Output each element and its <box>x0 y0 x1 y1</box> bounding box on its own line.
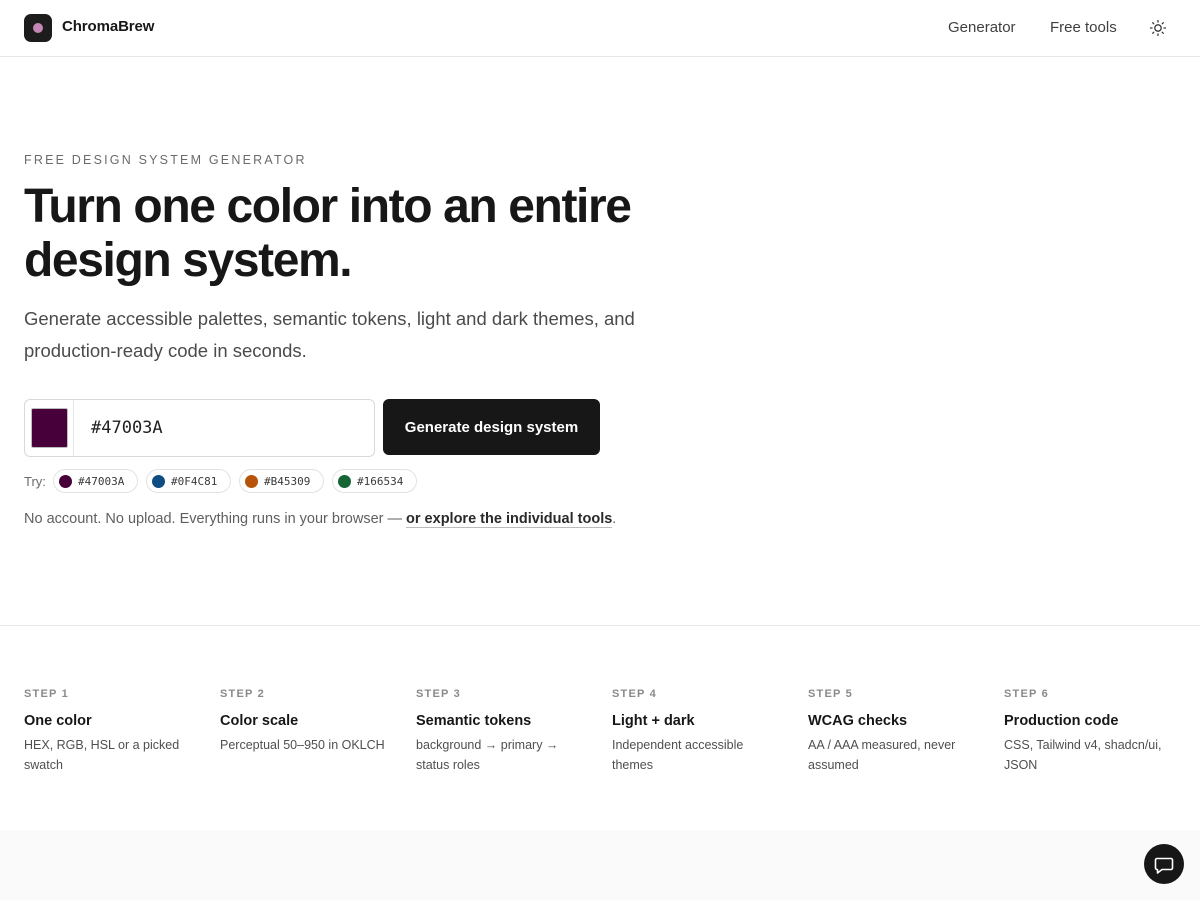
logo-dot <box>33 23 43 33</box>
step-description: HEX, RGB, HSL or a picked swatch <box>24 738 180 772</box>
preset-chip[interactable]: #0F4C81 <box>146 469 231 493</box>
section-divider <box>0 625 1200 626</box>
color-input-group <box>24 399 375 457</box>
preset-chip[interactable]: #B45309 <box>239 469 324 493</box>
color-picker-cell[interactable] <box>25 400 74 456</box>
step-description: background → primary → status roles <box>416 738 559 772</box>
color-swatch[interactable] <box>31 408 68 448</box>
step-description: Independent accessible themes <box>612 738 744 772</box>
preset-chip[interactable]: #47003A <box>53 469 138 493</box>
next-section-background <box>0 830 1200 900</box>
step-description: CSS, Tailwind v4, shadcn/ui, JSON <box>1004 738 1162 772</box>
step-title: WCAG checks <box>808 713 908 729</box>
step-card: STEP 4 Light + dark Independent accessib… <box>612 688 772 775</box>
try-label: Try: <box>24 474 46 489</box>
preset-swatch-dot <box>338 475 351 488</box>
preset-chip-label: #166534 <box>357 475 404 488</box>
generate-design-system-button[interactable]: Generate design system <box>383 399 600 455</box>
step-title: Color scale <box>220 713 299 729</box>
preset-chip[interactable]: #166534 <box>332 469 417 493</box>
step-number: STEP 5 <box>808 688 853 700</box>
step-card: STEP 2 Color scale Perceptual 50–950 in … <box>220 688 400 755</box>
headline-line-1: Turn one color into an entire <box>24 180 632 233</box>
step-number: STEP 3 <box>416 688 461 700</box>
step-number: STEP 4 <box>612 688 657 700</box>
preset-swatch-dot <box>59 475 72 488</box>
step-title: Semantic tokens <box>416 713 532 729</box>
explore-tools-link[interactable]: or explore the individual tools <box>406 511 613 528</box>
preset-swatch-dot <box>152 475 165 488</box>
step-title: Production code <box>1004 713 1119 729</box>
sun-icon[interactable] <box>1148 18 1168 38</box>
step-number: STEP 2 <box>220 688 265 700</box>
hero-eyebrow: FREE DESIGN SYSTEM GENERATOR <box>24 153 307 167</box>
privacy-note: No account. No upload. Everything runs i… <box>24 511 617 528</box>
step-number: STEP 6 <box>1004 688 1049 700</box>
preset-chip-label: #B45309 <box>264 475 311 488</box>
hex-color-input[interactable] <box>75 400 374 456</box>
nav-link-free-tools[interactable]: Free tools <box>1050 19 1117 36</box>
step-card: STEP 3 Semantic tokens background → prim… <box>416 688 581 775</box>
preset-chip-label: #47003A <box>78 475 125 488</box>
top-navigation-bar: ChromaBrew Generator Free tools <box>0 0 1200 57</box>
headline-line-2: design system. <box>24 234 353 287</box>
brand-name[interactable]: ChromaBrew <box>62 18 154 35</box>
step-number: STEP 1 <box>24 688 69 700</box>
step-card: STEP 6 Production code CSS, Tailwind v4,… <box>1004 688 1176 775</box>
hero-headline: Turn one color into an entire design sys… <box>24 180 704 288</box>
step-description: AA / AAA measured, never assumed <box>808 738 956 772</box>
step-title: One color <box>24 713 92 729</box>
step-title: Light + dark <box>612 713 695 729</box>
step-card: STEP 1 One color HEX, RGB, HSL or a pick… <box>24 688 204 775</box>
preset-chip-label: #0F4C81 <box>171 475 218 488</box>
logo-icon[interactable] <box>24 14 52 42</box>
privacy-note-end: . <box>612 511 617 527</box>
hero-subhead: Generate accessible palettes, semantic t… <box>24 308 635 361</box>
step-card: STEP 5 WCAG checks AA / AAA measured, ne… <box>808 688 973 775</box>
privacy-note-text: No account. No upload. Everything runs i… <box>24 511 407 527</box>
nav-link-generator[interactable]: Generator <box>948 19 1016 36</box>
step-description: Perceptual 50–950 in OKLCH <box>220 738 385 752</box>
chat-bubble-icon[interactable] <box>1144 844 1184 884</box>
preset-swatch-dot <box>245 475 258 488</box>
